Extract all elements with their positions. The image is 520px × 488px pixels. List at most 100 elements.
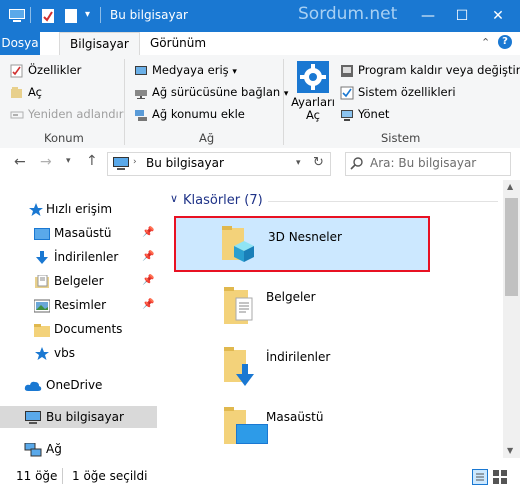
- sistem-ozellikleri-button[interactable]: Sistem özellikleri: [340, 83, 456, 101]
- properties-icon: [10, 64, 24, 78]
- refresh-icon[interactable]: ↻: [313, 155, 324, 170]
- sidebar-item-label: OneDrive: [46, 378, 103, 392]
- medyaya-eris-label: Medyaya eriş: [152, 63, 229, 77]
- folder-label: Masaüstü: [266, 410, 324, 424]
- details-view-icon[interactable]: [472, 469, 488, 485]
- ribbon-tabs: Dosya Bilgisayar Görünüm ⌃ ?: [0, 32, 520, 56]
- help-icon[interactable]: ?: [498, 35, 512, 49]
- tab-bilgisayar[interactable]: Bilgisayar: [59, 32, 140, 56]
- sidebar-item-label: Documents: [54, 322, 123, 336]
- sidebar-item-label: Hızlı erişim: [46, 202, 113, 216]
- recent-locations-chevron-icon[interactable]: ▾: [66, 156, 71, 166]
- search-input[interactable]: Ara: Bu bilgisayar: [345, 152, 511, 176]
- breadcrumb-separator-icon[interactable]: ›: [133, 157, 137, 167]
- ag-konumu-ekle-button[interactable]: Ağ konumu ekle: [134, 105, 245, 123]
- properties-qa-icon[interactable]: [40, 8, 56, 27]
- address-dropdown-icon[interactable]: ▾: [296, 158, 301, 168]
- gear-icon: [297, 61, 329, 93]
- download-icon: [34, 250, 50, 264]
- system-properties-icon: [340, 86, 354, 100]
- ac-button[interactable]: Aç: [10, 83, 42, 101]
- scrollbar-thumb[interactable]: [505, 198, 518, 296]
- map-drive-dropdown-icon: ▾: [283, 89, 289, 99]
- group-label-konum: Konum: [44, 131, 84, 145]
- rename-icon: [10, 108, 24, 122]
- sidebar-item-documents[interactable]: Documents: [0, 318, 157, 340]
- search-placeholder: Ara: Bu bilgisayar: [370, 156, 477, 170]
- window-title: Bu bilgisayar: [110, 8, 188, 22]
- collapse-section-chevron-icon[interactable]: ∨: [170, 192, 178, 205]
- manage-icon: [340, 108, 354, 122]
- ayarlari-ac-button[interactable]: Ayarları Aç: [290, 59, 336, 131]
- folder-belgeler[interactable]: Belgeler: [174, 278, 426, 330]
- new-folder-qa-icon[interactable]: [64, 8, 78, 27]
- pin-icon: 📌: [142, 227, 155, 238]
- ac-label: Aç: [28, 85, 42, 99]
- address-text[interactable]: Bu bilgisayar: [146, 156, 224, 170]
- minimize-button[interactable]: —: [418, 6, 438, 26]
- group-label-ag: Ağ: [199, 131, 215, 145]
- search-icon: [350, 156, 364, 173]
- sidebar-item-label: İndirilenler: [54, 250, 119, 264]
- sistem-ozellikleri-label: Sistem özellikleri: [358, 85, 456, 99]
- sidebar-item-hizli-erisim[interactable]: Hızlı erişim: [0, 198, 157, 220]
- downloads-folder-icon: [224, 344, 258, 391]
- yonet-button[interactable]: Yönet: [340, 105, 389, 123]
- back-arrow-icon[interactable]: ←: [14, 154, 26, 170]
- sidebar-item-belgeler[interactable]: Belgeler 📌: [0, 270, 157, 292]
- yonet-label: Yönet: [358, 107, 390, 121]
- sidebar-item-masaustu[interactable]: Masaüstü 📌: [0, 222, 157, 244]
- ag-surucusune-baglan-button[interactable]: Ağ sürücüsüne bağlan ▾: [134, 83, 288, 101]
- open-icon: [10, 86, 24, 100]
- media-icon: [134, 64, 148, 78]
- yeniden-adlandir-button[interactable]: Yeniden adlandır: [10, 105, 123, 123]
- sidebar-item-bu-bilgisayar[interactable]: Bu bilgisayar: [0, 406, 157, 428]
- large-icons-view-icon[interactable]: [492, 469, 508, 485]
- folder-indirilenler[interactable]: İndirilenler: [174, 338, 426, 390]
- computer-icon: [112, 156, 130, 174]
- section-divider: [268, 201, 498, 202]
- sidebar-item-onedrive[interactable]: OneDrive: [0, 374, 157, 396]
- forward-arrow-icon[interactable]: →: [40, 154, 52, 170]
- sidebar-item-label: Bu bilgisayar: [46, 410, 124, 424]
- customize-qa-chevron-icon[interactable]: ▾: [85, 9, 90, 20]
- desktop-icon: [34, 226, 50, 240]
- pin-icon: 📌: [142, 251, 155, 262]
- folder-masaustu[interactable]: Masaüstü: [174, 398, 426, 450]
- ag-surucusune-baglan-label: Ağ sürücüsüne bağlan: [152, 85, 281, 99]
- pictures-icon: [33, 298, 51, 313]
- group-label-sistem: Sistem: [381, 131, 421, 145]
- sidebar-item-label: Masaüstü: [54, 226, 112, 240]
- collapse-ribbon-chevron-icon[interactable]: ⌃: [481, 36, 490, 49]
- tab-dosya[interactable]: Dosya: [0, 32, 40, 55]
- sidebar-item-vbs[interactable]: vbs: [0, 342, 157, 364]
- ozellikler-label: Özellikler: [28, 63, 82, 77]
- map-drive-icon: [134, 86, 148, 100]
- sidebar-item-ag[interactable]: Ağ: [0, 438, 157, 460]
- close-button[interactable]: ✕: [488, 6, 508, 26]
- scroll-up-arrow-icon[interactable]: ▲: [507, 182, 513, 191]
- maximize-button[interactable]: ☐: [452, 6, 472, 26]
- add-network-location-icon: [134, 108, 148, 122]
- folder-3d-nesneler[interactable]: 3D Nesneler: [174, 216, 430, 272]
- sidebar-item-indirilenler[interactable]: İndirilenler 📌: [0, 246, 157, 268]
- program-kaldir-button[interactable]: Program kaldır veya değiştir: [340, 61, 520, 79]
- yeniden-adlandir-label: Yeniden adlandır: [28, 107, 124, 121]
- up-arrow-icon[interactable]: ↑: [86, 153, 98, 169]
- vertical-scrollbar[interactable]: ▲ ▼: [503, 180, 520, 458]
- star-icon: [34, 346, 50, 360]
- section-title[interactable]: Klasörler (7): [183, 193, 263, 208]
- navigation-pane: Hızlı erişim Masaüstü 📌 İndirilenler 📌 B…: [0, 188, 166, 458]
- folder-icon: [34, 322, 50, 337]
- ozellikler-button[interactable]: Özellikler: [10, 61, 81, 79]
- uninstall-icon: [340, 64, 354, 78]
- ribbon: Özellikler Aç Yeniden adlandır Konum Med…: [0, 55, 520, 149]
- scroll-down-arrow-icon[interactable]: ▼: [507, 446, 513, 455]
- ac-settings-label: Aç: [306, 108, 320, 122]
- star-icon: [28, 202, 44, 216]
- tab-gorunum[interactable]: Görünüm: [140, 32, 216, 55]
- address-bar[interactable]: › Bu bilgisayar ▾ ↻: [107, 152, 331, 176]
- status-bar: 11 öğe 1 öğe seçildi: [0, 464, 520, 488]
- sidebar-item-resimler[interactable]: Resimler 📌: [0, 294, 157, 316]
- medyaya-eris-button[interactable]: Medyaya eriş ▾: [134, 61, 237, 79]
